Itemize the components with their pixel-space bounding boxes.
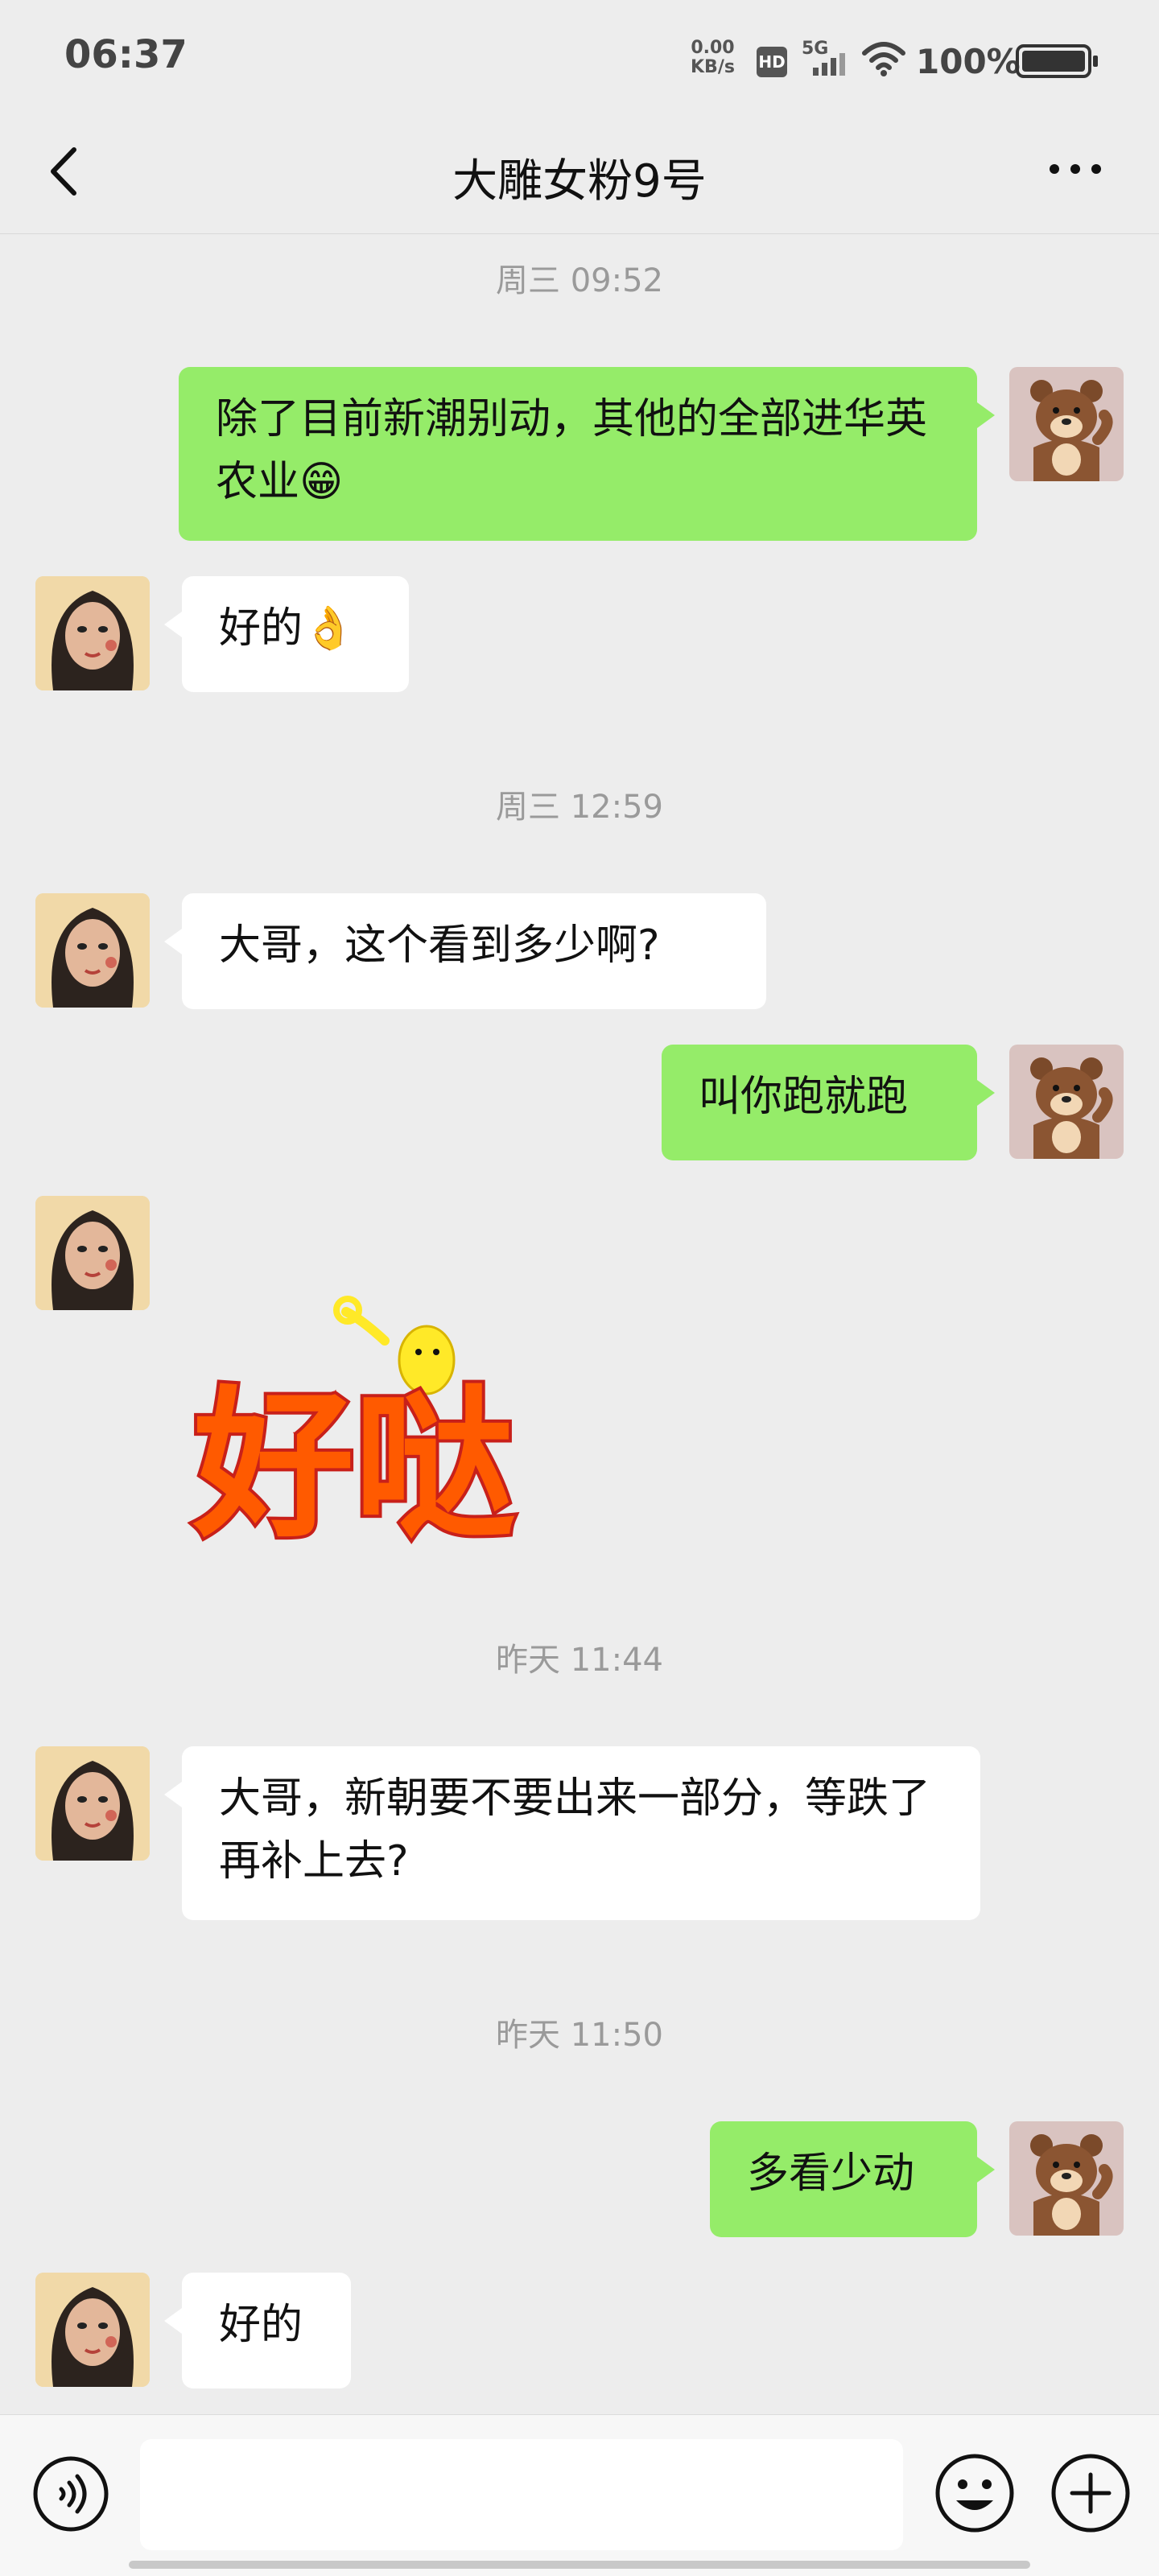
contact-avatar[interactable] <box>35 2273 150 2387</box>
my-avatar[interactable] <box>1009 2121 1124 2236</box>
wifi-icon <box>862 42 905 76</box>
net-speed-value: 0.00 <box>691 38 735 58</box>
signal-icon: 5G <box>802 39 850 80</box>
hd-icon: HD <box>757 47 787 77</box>
sticker-message[interactable]: 好哒 <box>177 1288 547 1563</box>
my-message-bubble[interactable]: 叫你跑就跑 <box>662 1045 995 1160</box>
contact-avatar[interactable] <box>35 1196 150 1310</box>
timestamp: 周三 09:52 <box>496 262 663 299</box>
contact-avatar[interactable] <box>35 893 150 1008</box>
status-bar: 06:37 0.00 KB/s HD 5G 100% <box>0 0 1159 113</box>
chat-title: 大雕女粉9号 <box>452 155 707 208</box>
chat-header: 大雕女粉9号 <box>0 113 1159 234</box>
contact-avatar[interactable] <box>35 1746 150 1861</box>
timestamp: 周三 12:59 <box>496 789 663 826</box>
emoji-icon[interactable] <box>934 2452 1016 2534</box>
my-avatar[interactable] <box>1009 367 1124 481</box>
input-bar <box>0 2414 1159 2576</box>
my-avatar[interactable] <box>1009 1045 1124 1159</box>
my-message-bubble[interactable]: 除了目前新潮别动，其他的全部进华英农业😁 <box>179 367 995 541</box>
contact-message-bubble[interactable]: 好的 <box>164 2273 351 2388</box>
battery-percent: 100% <box>916 42 1021 81</box>
status-time: 06:37 <box>64 32 188 77</box>
more-dots-icon[interactable] <box>1043 145 1107 193</box>
voice-icon[interactable] <box>31 2454 111 2534</box>
message-input[interactable] <box>140 2439 903 2550</box>
timestamp: 昨天 11:50 <box>496 2017 663 2054</box>
contact-avatar[interactable] <box>35 576 150 690</box>
contact-message-bubble[interactable]: 大哥，这个看到多少啊? <box>164 893 766 1009</box>
contact-message-bubble[interactable]: 大哥，新朝要不要出来一部分，等跌了再补上去? <box>164 1746 980 1920</box>
battery-icon <box>1016 44 1098 78</box>
net-speed: 0.00 KB/s <box>691 39 735 77</box>
timestamp: 昨天 11:44 <box>496 1642 663 1679</box>
gesture-bar <box>129 2561 1030 2569</box>
net-speed-unit: KB/s <box>691 57 735 77</box>
plus-icon[interactable] <box>1050 2452 1132 2534</box>
my-message-bubble[interactable]: 多看少动 <box>710 2121 995 2237</box>
sticker-text: 好哒 <box>192 1372 515 1553</box>
contact-message-bubble[interactable]: 好的👌 <box>164 576 409 692</box>
